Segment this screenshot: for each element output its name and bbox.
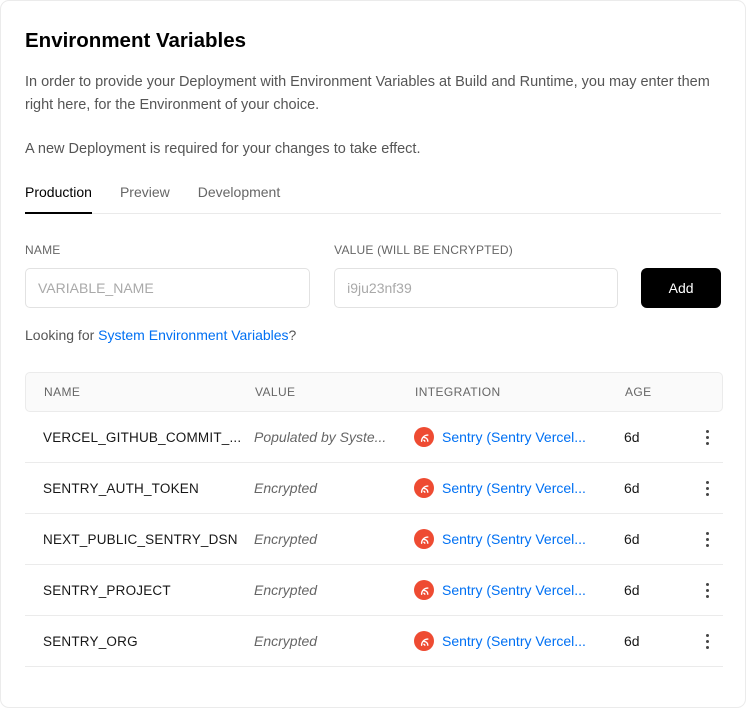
env-variables-table: NAME VALUE INTEGRATION AGE VERCEL_GITHUB… — [25, 372, 723, 667]
environment-tabs: Production Preview Development — [25, 184, 721, 214]
table-row: NEXT_PUBLIC_SENTRY_DSN Encrypted Sentry … — [25, 514, 723, 565]
variable-value-input[interactable] — [334, 268, 618, 308]
name-field-label: NAME — [25, 243, 310, 257]
env-var-name: SENTRY_ORG — [43, 634, 254, 649]
env-var-age: 6d — [624, 480, 691, 496]
value-field-label: VALUE (WILL BE ENCRYPTED) — [334, 243, 618, 257]
env-var-name: VERCEL_GITHUB_COMMIT_... — [43, 430, 254, 445]
column-header-age: AGE — [625, 385, 692, 399]
environment-variables-panel: Environment Variables In order to provid… — [0, 0, 746, 708]
add-variable-form: NAME VALUE (WILL BE ENCRYPTED) Add — [25, 243, 721, 308]
variable-name-input[interactable] — [25, 268, 310, 308]
column-header-name: NAME — [44, 385, 255, 399]
table-row: VERCEL_GITHUB_COMMIT_... Populated by Sy… — [25, 412, 723, 463]
env-var-name: SENTRY_AUTH_TOKEN — [43, 481, 254, 496]
integration-link[interactable]: Sentry (Sentry Vercel... — [442, 582, 586, 598]
hint-prefix: Looking for — [25, 327, 98, 343]
integration-link[interactable]: Sentry (Sentry Vercel... — [442, 633, 586, 649]
env-var-age: 6d — [624, 429, 691, 445]
env-var-value: Encrypted — [254, 480, 414, 496]
env-var-age: 6d — [624, 582, 691, 598]
column-header-value: VALUE — [255, 385, 415, 399]
env-var-value: Encrypted — [254, 582, 414, 598]
tab-production[interactable]: Production — [25, 184, 92, 214]
page-title: Environment Variables — [25, 1, 721, 53]
kebab-menu-icon[interactable] — [702, 630, 713, 653]
description-text: In order to provide your Deployment with… — [25, 71, 721, 117]
column-header-integration: INTEGRATION — [415, 385, 625, 399]
sentry-logo-icon — [414, 427, 434, 447]
kebab-menu-icon[interactable] — [702, 528, 713, 551]
integration-link[interactable]: Sentry (Sentry Vercel... — [442, 480, 586, 496]
sentry-logo-icon — [414, 580, 434, 600]
table-row: SENTRY_AUTH_TOKEN Encrypted Sentry (Sent… — [25, 463, 723, 514]
integration-link[interactable]: Sentry (Sentry Vercel... — [442, 429, 586, 445]
table-row: SENTRY_ORG Encrypted Sentry (Sentry Verc… — [25, 616, 723, 667]
system-env-hint: Looking for System Environment Variables… — [25, 327, 721, 343]
sentry-logo-icon — [414, 478, 434, 498]
sentry-logo-icon — [414, 529, 434, 549]
kebab-menu-icon[interactable] — [702, 477, 713, 500]
tab-preview[interactable]: Preview — [120, 184, 170, 214]
integration-link[interactable]: Sentry (Sentry Vercel... — [442, 531, 586, 547]
tab-development[interactable]: Development — [198, 184, 281, 214]
system-env-variables-link[interactable]: System Environment Variables — [98, 327, 288, 343]
hint-suffix: ? — [289, 327, 297, 343]
env-var-value: Encrypted — [254, 531, 414, 547]
env-var-value: Encrypted — [254, 633, 414, 649]
env-var-value: Populated by Syste... — [254, 429, 414, 445]
env-var-name: NEXT_PUBLIC_SENTRY_DSN — [43, 532, 254, 547]
env-var-name: SENTRY_PROJECT — [43, 583, 254, 598]
table-header-row: NAME VALUE INTEGRATION AGE — [25, 372, 723, 412]
add-button[interactable]: Add — [641, 268, 721, 308]
sentry-logo-icon — [414, 631, 434, 651]
env-var-age: 6d — [624, 633, 691, 649]
redeploy-note: A new Deployment is required for your ch… — [25, 138, 721, 161]
table-row: SENTRY_PROJECT Encrypted Sentry (Sentry … — [25, 565, 723, 616]
kebab-menu-icon[interactable] — [702, 426, 713, 449]
kebab-menu-icon[interactable] — [702, 579, 713, 602]
env-var-age: 6d — [624, 531, 691, 547]
